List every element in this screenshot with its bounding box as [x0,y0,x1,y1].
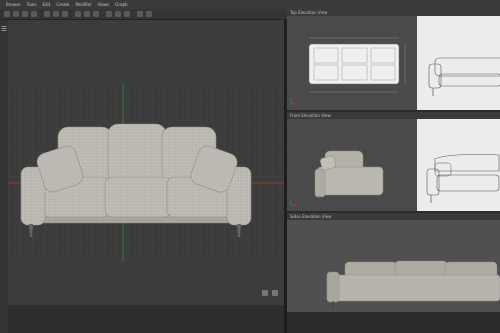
camera-tool-icon[interactable] [106,11,112,17]
front-view-canvas[interactable] [287,119,417,211]
menu-views[interactable]: Views [98,0,110,9]
side-elevation-panel[interactable]: Sides Elevation View [287,213,500,312]
redo-icon[interactable] [146,11,152,17]
viewport-canvas[interactable] [8,20,284,305]
menu-modifier[interactable]: Modifier [75,0,91,9]
stop-button[interactable] [272,290,278,296]
top-view-drawing [290,37,406,105]
helper-tool-icon[interactable] [124,11,130,17]
side-panel-title: Sides Elevation View [290,214,332,219]
rotate-tool-icon[interactable] [22,11,28,17]
menu-bar: Browse Tools Edit Create Modifier Views … [0,0,500,9]
select-tool-icon[interactable] [4,11,10,17]
material-tool-icon[interactable] [84,11,90,17]
perspective-viewport[interactable] [8,20,284,305]
scale-tool-icon[interactable] [31,11,37,17]
menu-tools[interactable]: Tools [27,0,37,9]
snap-tool-icon[interactable] [44,11,50,17]
top-panel-header: Top Elevation View [287,9,500,16]
left-tool-strip [0,20,8,333]
top-reference-sketch [428,57,500,96]
side-view-canvas[interactable] [287,220,500,312]
front-reference-image [417,119,500,211]
render-tool-icon[interactable] [93,11,99,17]
top-elevation-panel[interactable]: Top Elevation View [287,9,500,110]
mirror-tool-icon[interactable] [53,11,59,17]
front-elevation-panel[interactable]: Front Elevation View [287,112,500,211]
menu-create[interactable]: Create [56,0,69,9]
axis-gizmo-icon [290,199,297,206]
timeline-bar[interactable] [8,305,284,333]
front-panel-title: Front Elevation View [290,113,331,118]
side-panel-header: Sides Elevation View [287,213,500,220]
menu-edit[interactable]: Edit [42,0,50,9]
top-reference-image [417,16,500,110]
menu-graph[interactable]: Graph [115,0,127,9]
sofa-seat-middle [104,176,172,218]
front-panel-header: Front Elevation View [287,112,500,119]
light-tool-icon[interactable] [115,11,121,17]
side-view-drawing [326,260,500,308]
play-button[interactable] [262,290,268,296]
layer-tool-icon[interactable] [75,11,81,17]
move-tool-icon[interactable] [13,11,19,17]
menu-icon[interactable] [0,20,8,40]
sofa-back-cushion-middle [107,123,167,184]
top-view-canvas[interactable] [287,16,417,110]
undo-icon[interactable] [137,11,143,17]
axis-gizmo-icon [290,98,297,105]
front-view-drawing [290,150,384,206]
align-tool-icon[interactable] [62,11,68,17]
front-reference-sketch [426,154,500,203]
top-panel-title: Top Elevation View [290,10,328,15]
menu-browse[interactable]: Browse [6,0,21,9]
